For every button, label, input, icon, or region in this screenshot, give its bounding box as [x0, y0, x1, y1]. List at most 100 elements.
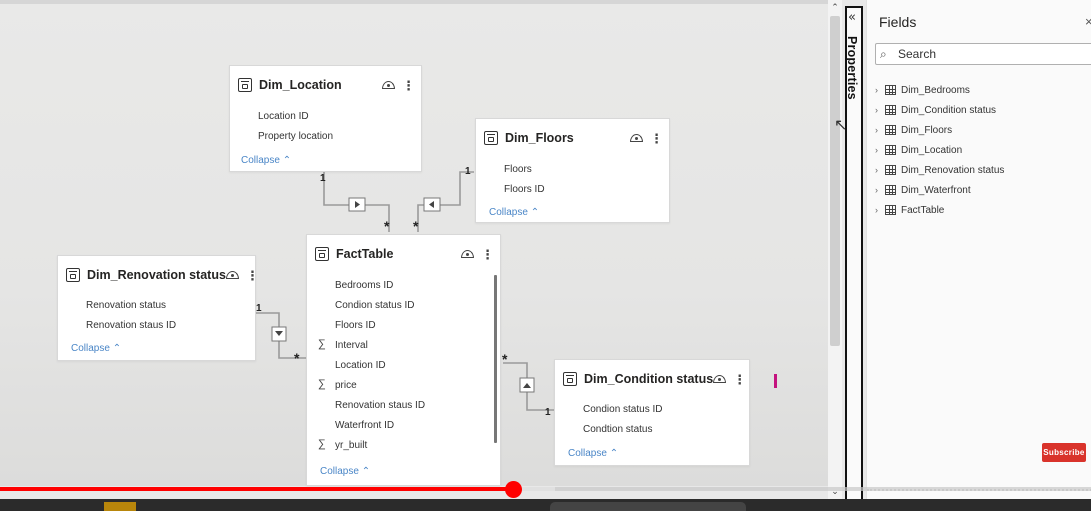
fields-item-dim-waterfront[interactable]: › Dim_Waterfront — [875, 182, 971, 198]
table-icon — [885, 185, 896, 195]
collapse-link[interactable]: Collapse ⌃ — [568, 448, 618, 459]
rel-one-location: 1 — [320, 173, 326, 184]
card-title: Dim_Renovation status — [87, 268, 226, 282]
expand-pane-icon[interactable]: « — [848, 10, 856, 25]
fields-item-label: Dim_Bedrooms — [901, 84, 970, 96]
table-card-dim-renovation-status[interactable]: Dim_Renovation status ⋮ Renovation statu… — [57, 255, 259, 361]
chevron-right-icon[interactable]: › — [875, 165, 885, 175]
collapse-link[interactable]: Collapse ⌃ — [71, 343, 121, 354]
thumbnail-preview — [104, 502, 136, 511]
fields-pane-title: Fields — [879, 14, 917, 30]
field-location-id[interactable]: Location ID — [258, 111, 309, 122]
table-icon — [66, 268, 80, 282]
fields-item-dim-bedrooms[interactable]: › Dim_Bedrooms — [875, 82, 970, 98]
sum-icon: ∑ — [318, 338, 326, 350]
field-yr-built[interactable]: yr_built — [335, 440, 367, 451]
table-icon — [238, 78, 252, 92]
fields-item-dim-location[interactable]: › Dim_Location — [875, 142, 962, 158]
player-pill — [550, 502, 746, 511]
card-scrollbar[interactable] — [494, 275, 497, 443]
rel-one-renovation: 1 — [256, 303, 262, 314]
table-icon — [563, 372, 577, 386]
more-options-icon[interactable]: ⋮ — [402, 79, 415, 92]
video-scrubber-handle[interactable] — [504, 481, 522, 498]
card-header[interactable]: Dim_Location ⋮ — [238, 74, 415, 96]
fields-item-dim-renovation-status[interactable]: › Dim_Renovation status — [875, 162, 1004, 178]
chevron-right-icon[interactable]: › — [875, 185, 885, 195]
fields-item-label: Dim_Floors — [901, 124, 953, 136]
rel-many-condition: * — [502, 351, 508, 367]
card-header[interactable]: Dim_Floors ⋮ — [484, 127, 663, 149]
table-icon — [484, 131, 498, 145]
field-interval[interactable]: Interval — [335, 340, 368, 351]
eye-icon[interactable] — [713, 375, 727, 383]
card-title: Dim_Condition status — [584, 372, 714, 386]
scrollbar-thumb[interactable] — [830, 16, 840, 346]
player-controls-bar — [0, 499, 1091, 511]
eye-icon[interactable] — [461, 250, 474, 258]
collapse-link[interactable]: Collapse ⌃ — [241, 155, 291, 166]
field-location-id[interactable]: Location ID — [335, 360, 386, 371]
fields-search-box[interactable]: ⌕ — [875, 43, 1091, 65]
collapse-link[interactable]: Collapse ⌃ — [320, 466, 370, 477]
eye-icon[interactable] — [630, 134, 643, 142]
fields-item-dim-floors[interactable]: › Dim_Floors — [875, 122, 952, 138]
field-condion-status-id[interactable]: Condion status ID — [335, 300, 415, 311]
field-renovation-staus-id[interactable]: Renovation staus ID — [86, 320, 176, 331]
field-floors[interactable]: Floors — [504, 164, 532, 175]
chevron-right-icon[interactable]: › — [875, 145, 885, 155]
eye-icon[interactable] — [225, 271, 239, 279]
table-icon — [885, 125, 896, 135]
fields-item-dim-condition-status[interactable]: › Dim_Condition status — [875, 102, 996, 118]
search-input[interactable] — [898, 47, 1088, 61]
chevron-right-icon[interactable]: › — [875, 125, 885, 135]
fields-item-label: FactTable — [901, 204, 945, 216]
chevron-right-icon[interactable]: › — [875, 85, 885, 95]
fields-item-label: Dim_Location — [901, 144, 963, 156]
field-renovation-staus-id[interactable]: Renovation staus ID — [335, 400, 425, 411]
chevron-right-icon[interactable]: › — [875, 205, 885, 215]
properties-pane-collapsed[interactable]: « Properties — [845, 6, 863, 511]
more-options-icon[interactable]: ⋮ — [733, 373, 746, 386]
table-card-facttable[interactable]: FactTable ⋮ Bedrooms ID Condion status I… — [306, 234, 501, 486]
field-waterfront-id[interactable]: Waterfront ID — [335, 420, 394, 431]
table-card-dim-condition-status[interactable]: Dim_Condition status ⋮ Condion status ID… — [554, 359, 750, 466]
more-options-icon[interactable]: ⋮ — [650, 132, 663, 145]
field-property-location[interactable]: Property location — [258, 131, 333, 142]
rel-many-location: * — [384, 218, 390, 234]
eye-icon[interactable] — [382, 81, 395, 89]
card-header[interactable]: Dim_Condition status ⋮ — [563, 368, 746, 390]
text-cursor-marker — [774, 374, 777, 388]
table-card-dim-floors[interactable]: Dim_Floors ⋮ Floors Floors ID Collapse ⌃ — [475, 118, 670, 223]
canvas-vertical-scrollbar[interactable]: ⌃ ⌄ — [828, 0, 842, 500]
field-bedrooms-id[interactable]: Bedrooms ID — [335, 280, 393, 291]
search-icon: ⌕ — [880, 47, 887, 61]
table-card-dim-location[interactable]: Dim_Location ⋮ Location ID Property loca… — [229, 65, 422, 172]
mouse-pointer-icon: ↖ — [834, 117, 848, 134]
close-icon[interactable]: × — [1085, 14, 1091, 29]
sum-icon: ∑ — [318, 378, 326, 390]
card-title: Dim_Location — [259, 78, 342, 92]
sum-icon: ∑ — [318, 438, 326, 450]
card-header[interactable]: FactTable ⋮ — [315, 243, 494, 265]
field-price[interactable]: price — [335, 380, 357, 391]
properties-label[interactable]: Properties — [845, 36, 859, 100]
table-icon — [885, 85, 896, 95]
fields-item-label: Dim_Condition status — [901, 104, 997, 116]
card-header[interactable]: Dim_Renovation status ⋮ — [66, 264, 259, 286]
video-progress-bar[interactable] — [0, 487, 513, 491]
card-title: Dim_Floors — [505, 131, 574, 145]
field-renovation-status[interactable]: Renovation status — [86, 300, 166, 311]
subscribe-button[interactable]: Subscribe — [1042, 443, 1086, 462]
field-floors-id[interactable]: Floors ID — [335, 320, 376, 331]
fields-item-facttable[interactable]: › FactTable — [875, 202, 944, 218]
more-options-icon[interactable]: ⋮ — [246, 269, 259, 282]
field-floors-id[interactable]: Floors ID — [504, 184, 545, 195]
fields-item-label: Dim_Renovation status — [901, 164, 1005, 176]
scroll-up-icon[interactable]: ⌃ — [830, 2, 840, 13]
more-options-icon[interactable]: ⋮ — [481, 248, 494, 261]
field-condtion-status[interactable]: Condtion status — [583, 424, 653, 435]
collapse-link[interactable]: Collapse ⌃ — [489, 207, 539, 218]
field-condion-status-id[interactable]: Condion status ID — [583, 404, 663, 415]
chevron-right-icon[interactable]: › — [875, 105, 885, 115]
